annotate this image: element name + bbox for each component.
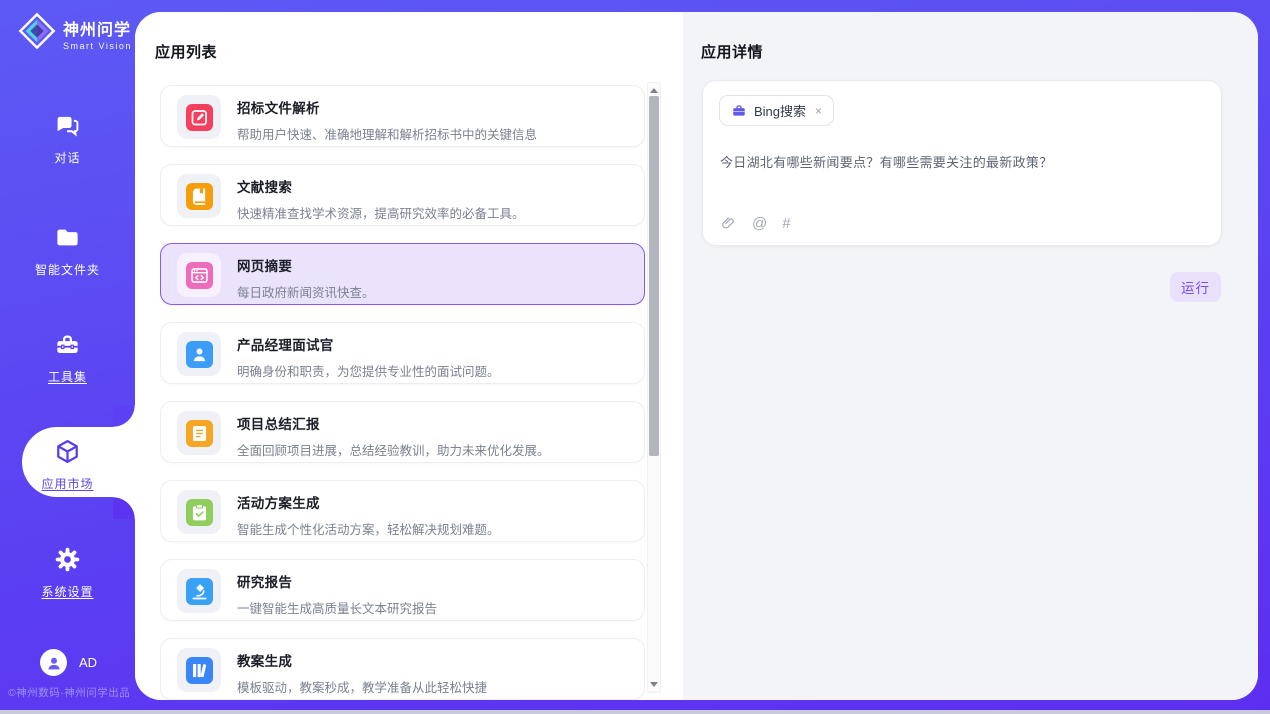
app-card[interactable]: 研究报告 一键智能生成高质量长文本研究报告 [160, 559, 645, 621]
app-icon-tile [177, 95, 221, 139]
app-description: 明确身份和职责，为您提供专业性的面试问题。 [237, 361, 632, 380]
person-avatar-icon [40, 649, 67, 676]
app-list-panel: 应用列表 招标文件解析 帮助用户快速、准确地理解和解析招标书中的关键信息 文献搜… [135, 12, 683, 700]
books-icon [186, 657, 213, 684]
app-icon-tile [177, 648, 221, 692]
sidebar-footer-credit: ©神州数码·神州问学出品 [8, 685, 135, 700]
run-button[interactable]: 运行 [1170, 272, 1221, 302]
app-window: 神州问学 Smart Vision 对话 智能文件夹 [0, 0, 1270, 714]
main-content: 应用列表 招标文件解析 帮助用户快速、准确地理解和解析招标书中的关键信息 文献搜… [135, 12, 1258, 700]
at-icon[interactable]: @ [752, 216, 767, 231]
scrollbar-thumb[interactable] [649, 96, 659, 456]
app-description: 全面回顾项目进展，总结经验教训，助力未来优化发展。 [237, 440, 632, 459]
sidebar-item-toolset[interactable]: 工具集 [0, 331, 135, 385]
prompt-input-card[interactable]: Bing搜索 × 今日湖北有哪些新闻要点？有哪些需要关注的最新政策？ @ # [702, 80, 1222, 246]
app-detail-panel: 应用详情 Bing搜索 × 今日湖北有哪些新闻要点？有哪些需要关注的最新政策？ [683, 12, 1258, 700]
hash-icon[interactable]: # [782, 216, 790, 231]
cube-icon [54, 438, 81, 465]
app-icon-tile [177, 569, 221, 613]
app-description: 智能生成个性化活动方案，轻松解决规划难题。 [237, 519, 632, 538]
app-card[interactable]: 活动方案生成 智能生成个性化活动方案，轻松解决规划难题。 [160, 480, 645, 542]
app-card[interactable]: 文献搜索 快速精准查找学术资源，提高研究效率的必备工具。 [160, 164, 645, 226]
app-name: 招标文件解析 [237, 97, 632, 117]
user-account[interactable]: AD [40, 649, 97, 676]
app-name: 项目总结汇报 [237, 413, 632, 433]
app-list-scrollbar[interactable] [647, 82, 661, 693]
briefcase-icon [731, 103, 747, 119]
chat-icon [54, 112, 81, 139]
tool-chip-label: Bing搜索 [754, 101, 806, 120]
app-list: 招标文件解析 帮助用户快速、准确地理解和解析招标书中的关键信息 文献搜索 快速精… [160, 85, 645, 700]
app-description: 每日政府新闻资讯快查。 [237, 282, 632, 301]
app-description: 一键智能生成高质量长文本研究报告 [237, 598, 632, 617]
web-code-icon [186, 262, 213, 289]
app-list-title: 应用列表 [155, 41, 217, 62]
app-name: 产品经理面试官 [237, 334, 632, 354]
app-name: 教案生成 [237, 650, 632, 670]
tool-chip-bing-search[interactable]: Bing搜索 × [719, 95, 834, 126]
sidebar-item-chat[interactable]: 对话 [0, 112, 135, 166]
microscope-icon [186, 578, 213, 605]
app-name: 文献搜索 [237, 176, 632, 196]
sidebar: 神州问学 Smart Vision 对话 智能文件夹 [0, 0, 135, 714]
brand-name: 神州问学 [63, 22, 131, 39]
sidebar-item-label: 系统设置 [0, 583, 135, 600]
paperclip-icon[interactable] [720, 215, 737, 232]
user-name: AD [79, 655, 97, 670]
sidebar-item-label: 智能文件夹 [0, 261, 135, 278]
sidebar-item-settings[interactable]: 系统设置 [0, 546, 135, 600]
app-description: 快速精准查找学术资源，提高研究效率的必备工具。 [237, 203, 632, 222]
app-icon-tile [177, 411, 221, 455]
gear-icon [54, 546, 81, 573]
app-name: 网页摘要 [237, 255, 632, 275]
pill-notch-top [113, 405, 135, 427]
app-card[interactable]: 教案生成 模板驱动，教案秒成，教学准备从此轻松快捷 [160, 638, 645, 700]
edit-pen-icon [186, 104, 213, 131]
book-icon [186, 183, 213, 210]
sidebar-item-app-market[interactable]: 应用市场 [0, 438, 135, 492]
folder-icon [54, 224, 81, 251]
brand-logo: 神州问学 Smart Vision [18, 12, 132, 55]
app-card[interactable]: 网页摘要 每日政府新闻资讯快查。 [160, 243, 645, 305]
app-name: 研究报告 [237, 571, 632, 591]
chip-close-icon[interactable]: × [813, 104, 822, 118]
sidebar-item-label: 工具集 [0, 368, 135, 385]
toolbox-icon [54, 331, 81, 358]
app-card[interactable]: 招标文件解析 帮助用户快速、准确地理解和解析招标书中的关键信息 [160, 85, 645, 147]
brand-subtitle: Smart Vision [63, 41, 132, 51]
pill-notch-bottom [113, 497, 135, 519]
gem-diamond-icon [18, 12, 56, 55]
prompt-text[interactable]: 今日湖北有哪些新闻要点？有哪些需要关注的最新政策？ [720, 152, 1205, 171]
sidebar-item-label: 应用市场 [0, 475, 135, 492]
person-icon [186, 341, 213, 368]
app-description: 模板驱动，教案秒成，教学准备从此轻松快捷 [237, 677, 632, 696]
memo-icon [186, 420, 213, 447]
app-description: 帮助用户快速、准确地理解和解析招标书中的关键信息 [237, 124, 632, 143]
clipboard-check-icon [186, 499, 213, 526]
sidebar-item-smart-folders[interactable]: 智能文件夹 [0, 224, 135, 278]
app-name: 活动方案生成 [237, 492, 632, 512]
app-card[interactable]: 项目总结汇报 全面回顾项目进展，总结经验教训，助力未来优化发展。 [160, 401, 645, 463]
app-detail-title: 应用详情 [701, 41, 763, 62]
attach-toolbar: @ # [720, 215, 791, 232]
app-icon-tile [177, 490, 221, 534]
sidebar-item-label: 对话 [0, 149, 135, 166]
app-icon-tile [177, 332, 221, 376]
app-card[interactable]: 产品经理面试官 明确身份和职责，为您提供专业性的面试问题。 [160, 322, 645, 384]
app-icon-tile [177, 174, 221, 218]
window-bottom-edge [0, 710, 1270, 714]
scroll-down-icon[interactable] [648, 678, 660, 691]
app-icon-tile [177, 253, 221, 297]
